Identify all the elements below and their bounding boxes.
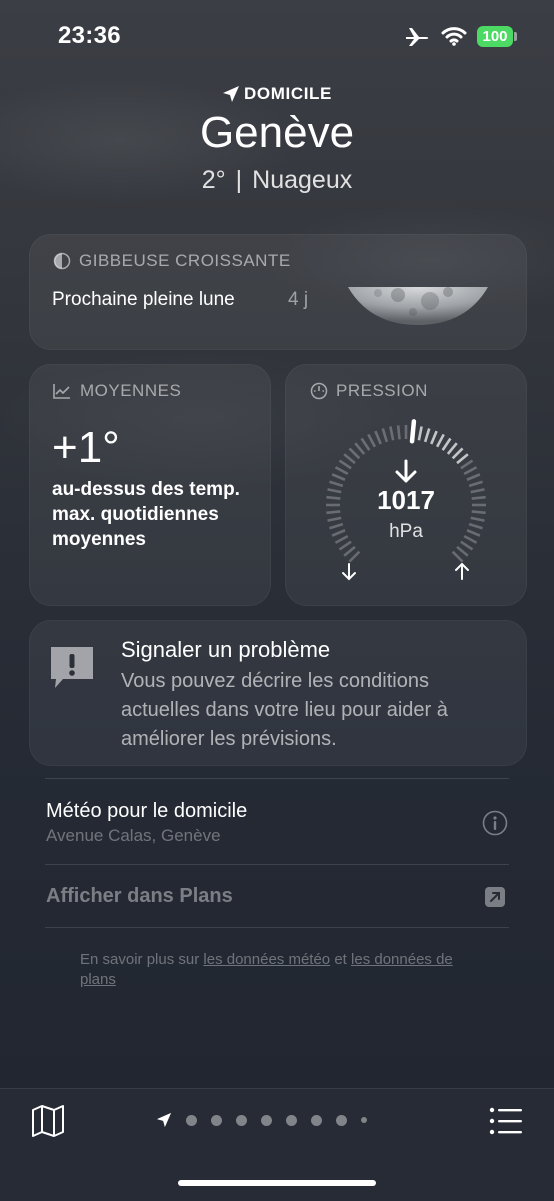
low-pressure-arrow-icon: [342, 563, 356, 581]
report-issue-text: Vous pouvez décrire les conditions actue…: [121, 670, 448, 750]
next-full-moon-label: Prochaine pleine lune: [52, 289, 235, 310]
home-weather-title[interactable]: Météo pour le domicile: [46, 800, 247, 823]
gauge-tick: [331, 473, 346, 481]
gauge-tick: [343, 453, 356, 465]
page-dot[interactable]: [186, 1114, 197, 1126]
external-link-icon[interactable]: [484, 886, 506, 908]
moon-card-header: GIBBEUSE CROISSANTE: [53, 251, 291, 271]
page-dot[interactable]: [236, 1114, 247, 1126]
footer-middle: et: [330, 951, 352, 968]
gauge-tick: [451, 447, 464, 460]
divider: [45, 778, 509, 779]
gauge-tick: [396, 425, 401, 440]
averages-card[interactable]: MOYENNES +1° au-dessus des temp. max. qu…: [29, 364, 271, 606]
averages-value: +1°: [52, 423, 120, 472]
data-sources-note: En savoir plus sur les données météo et …: [80, 950, 480, 990]
averages-card-header: MOYENNES: [52, 381, 181, 401]
divider: [45, 864, 509, 865]
divider: [45, 927, 509, 928]
info-icon[interactable]: [482, 810, 508, 836]
gauge-tick: [389, 426, 395, 441]
pressure-card-header: PRESSION: [310, 381, 428, 401]
gauge-tick: [354, 442, 366, 455]
current-condition: Nuageux: [252, 166, 353, 194]
map-icon[interactable]: [30, 1104, 66, 1138]
report-issue-card[interactable]: Signaler un problème Vous pouvez décrire…: [29, 620, 527, 766]
gauge-tick: [446, 442, 458, 455]
page-dot[interactable]: [311, 1114, 322, 1126]
status-time: 23:36: [58, 22, 121, 49]
moon-image: [348, 287, 488, 325]
gauge-tick: [456, 545, 469, 557]
trend-down-arrow-icon: [395, 459, 417, 483]
gauge-indicator: [409, 419, 417, 444]
report-issue-icon: [51, 647, 93, 688]
gauge-tick: [435, 433, 445, 448]
location-arrow-icon[interactable]: [156, 1112, 172, 1128]
page-dot[interactable]: [261, 1114, 272, 1126]
airplane-icon: [406, 28, 429, 46]
gauge-tick: [456, 453, 469, 465]
moon-phase-icon: [53, 252, 71, 270]
moon-phase-card[interactable]: GIBBEUSE CROISSANTE Prochaine pleine lun…: [29, 234, 527, 350]
weather-data-link[interactable]: les données météo: [203, 951, 330, 968]
gauge-tick: [423, 428, 431, 443]
summary-separator: |: [235, 166, 243, 194]
gauge-tick: [430, 430, 438, 445]
gauge-tick: [381, 428, 389, 443]
high-pressure-arrow-icon: [455, 562, 469, 580]
gauge-tick: [463, 466, 478, 476]
moon-card-title: GIBBEUSE CROISSANTE: [79, 251, 291, 270]
averages-card-title: MOYENNES: [80, 381, 182, 400]
show-in-maps-link[interactable]: Afficher dans Plans: [46, 885, 233, 908]
gauge-tick: [374, 430, 382, 445]
location-arrow-icon: [223, 86, 240, 102]
gauge-tick: [460, 459, 474, 470]
page-indicator[interactable]: [156, 1112, 367, 1128]
location-label-row: DOMICILE: [0, 84, 554, 104]
chart-icon: [53, 384, 70, 399]
gauge-tick: [348, 447, 361, 460]
location-label: DOMICILE: [244, 84, 332, 103]
gauge-tick: [338, 459, 352, 470]
report-issue-title: Signaler un problème: [121, 637, 331, 662]
next-full-moon-days: 4 j: [288, 289, 309, 310]
pressure-value: 1017: [377, 485, 435, 515]
gauge-tick: [417, 426, 423, 441]
gauge-tick: [451, 550, 464, 563]
gauge-tick: [360, 437, 371, 451]
city-name: Genève: [199, 108, 355, 157]
gauge-tick: [334, 466, 349, 476]
page-dot[interactable]: [286, 1114, 297, 1126]
gauge-tick: [348, 550, 361, 563]
pressure-unit: hPa: [389, 521, 423, 542]
list-icon[interactable]: [488, 1106, 524, 1136]
current-summary: 2° | Nuageux: [0, 166, 554, 195]
battery-indicator: 100: [477, 26, 513, 47]
home-weather-address: Avenue Calas, Genève: [46, 826, 221, 845]
gauge-icon: [310, 382, 328, 400]
gauge-tick: [466, 473, 481, 481]
page-dot[interactable]: [336, 1114, 347, 1126]
battery-nub: [514, 32, 517, 41]
gauge-tick: [367, 433, 377, 448]
pressure-card[interactable]: PRESSION 1017 hPa: [285, 364, 527, 606]
gauge-tick: [343, 545, 356, 557]
page-dot[interactable]: [361, 1117, 367, 1123]
page-dot[interactable]: [211, 1114, 222, 1126]
current-temperature: 2°: [201, 166, 226, 194]
wifi-icon: [441, 27, 467, 46]
footer-prefix: En savoir plus sur: [80, 951, 204, 968]
home-indicator: [178, 1180, 376, 1186]
gauge-tick: [441, 437, 452, 451]
averages-description: au-dessus des temp. max. quotidiennes mo…: [52, 479, 240, 550]
pressure-card-title: PRESSION: [336, 381, 428, 400]
